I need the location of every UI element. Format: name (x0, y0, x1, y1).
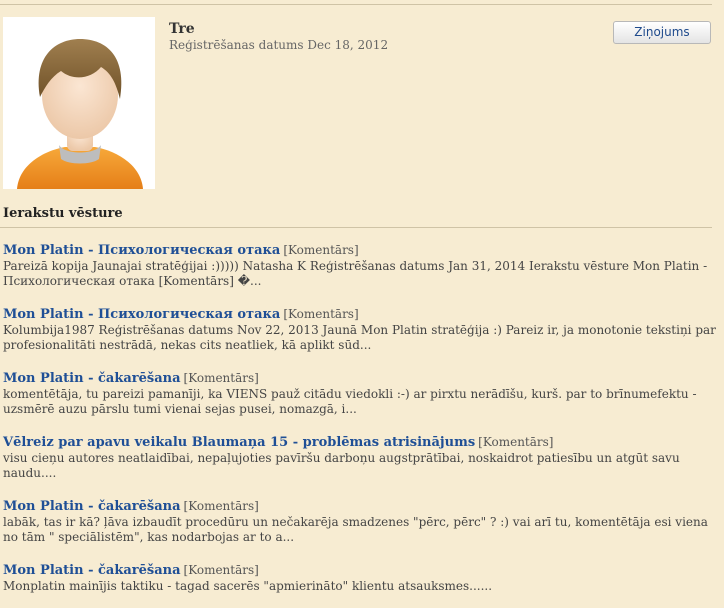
list-item: Mon Platin - čakarēšana [Komentārs] Monpl… (3, 559, 718, 594)
post-type: [Komentārs] (183, 371, 259, 385)
post-excerpt: visu cieņu autores neatlaidībai, nepaļuj… (3, 451, 680, 480)
post-type: [Komentārs] (183, 499, 259, 513)
post-title-link[interactable]: Mon Platin - Психологическая отака (3, 243, 280, 258)
list-item: Mon Platin - čakarēšana [Komentārs] komen… (3, 367, 718, 417)
registration-date: Reģistrēšanas datums Dec 18, 2012 (169, 38, 389, 52)
post-type: [Komentārs] (283, 307, 359, 321)
list-item: Vēlreiz par apavu veikalu Blaumaņa 15 - … (3, 431, 718, 481)
post-excerpt: Kolumbija1987 Reģistrēšanas datums Nov 2… (3, 323, 716, 352)
post-type: [Komentārs] (478, 435, 554, 449)
user-avatar (3, 17, 155, 189)
post-excerpt: komentētāja, tu pareizi pamanīji, ka VIE… (3, 387, 697, 416)
post-title-link[interactable]: Mon Platin - čakarēšana (3, 499, 181, 514)
post-history-list: Mon Platin - Психологическая отака [Komen… (3, 239, 718, 608)
post-title-link[interactable]: Mon Platin - čakarēšana (3, 563, 181, 578)
post-title-link[interactable]: Mon Platin - čakarēšana (3, 371, 181, 386)
section-divider (0, 227, 712, 228)
top-divider (0, 4, 712, 5)
list-item: Mon Platin - čakarēšana [Komentārs] labāk… (3, 495, 718, 545)
post-type: [Komentārs] (283, 243, 359, 257)
post-history-heading: Ierakstu vēsture (3, 206, 123, 221)
post-title-link[interactable]: Mon Platin - Психологическая отака (3, 307, 280, 322)
post-excerpt: Pareizā kopija Jaunajai stratēģijai :)))… (3, 259, 708, 288)
post-excerpt: Monplatin mainījis taktiku - tagad sacer… (3, 579, 493, 593)
profile-username: Tre (169, 21, 195, 37)
default-user-avatar-icon (17, 39, 143, 189)
list-item: Mon Platin - Психологическая отака [Komen… (3, 303, 718, 353)
message-button[interactable]: Ziņojums (613, 21, 711, 44)
list-item: Mon Platin - Психологическая отака [Komen… (3, 239, 718, 289)
post-title-link[interactable]: Vēlreiz par apavu veikalu Blaumaņa 15 - … (3, 435, 475, 450)
post-type: [Komentārs] (183, 563, 259, 577)
